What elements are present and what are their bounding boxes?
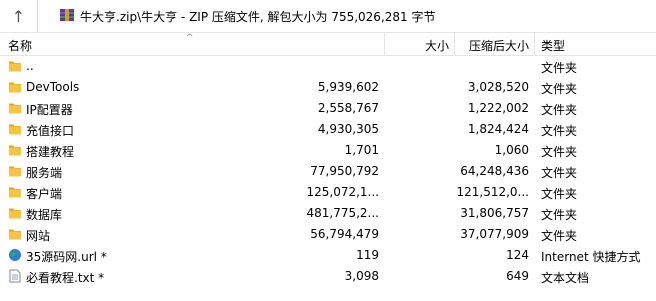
item-type: 文件夹: [541, 166, 578, 180]
column-name[interactable]: 名称: [8, 37, 32, 54]
item-name: 数据库: [26, 208, 63, 222]
item-size: 2,558,767: [317, 101, 379, 115]
item-packed-size: 124: [506, 248, 529, 262]
item-packed-size: 1,824,424: [467, 122, 529, 136]
file-list: .. 文件夹 DevTools 5,939,602 3,028,520 文件夹 IP配置…: [0, 56, 656, 287]
folder-icon: [8, 80, 22, 94]
up-button[interactable]: ↑: [0, 0, 38, 32]
item-size: 5,939,602: [317, 80, 379, 94]
list-item[interactable]: .. 文件夹: [0, 56, 656, 77]
item-size: 77,950,792: [310, 164, 379, 178]
item-packed-size: 649: [506, 269, 529, 283]
column-header: 名称 大小 压缩后大小 类型: [0, 33, 656, 56]
folder-icon: [8, 101, 22, 115]
list-item[interactable]: 数据库 481,775,2... 31,806,757 文件夹: [0, 203, 656, 224]
list-item[interactable]: 必看教程.txt * 3,098 649 文本文档: [0, 266, 656, 287]
item-type: 文件夹: [541, 145, 578, 159]
address-bar: ↑ 牛大亨.zip\牛大亨 - ZIP 压缩文件, 解包大小为 755,026,…: [0, 0, 656, 33]
item-size: 3,098: [344, 269, 379, 283]
item-size: 481,775,2...: [306, 206, 379, 220]
item-type: 文件夹: [541, 187, 578, 201]
item-size: 56,794,479: [310, 227, 379, 241]
column-divider[interactable]: [454, 33, 455, 55]
column-size[interactable]: 大小: [425, 37, 449, 54]
sort-ascending-icon: ^: [186, 33, 194, 43]
item-type: 文件夹: [541, 208, 578, 222]
list-item[interactable]: 35源码网.url * 119 124 Internet 快捷方式: [0, 245, 656, 266]
item-packed-size: 64,248,436: [460, 164, 529, 178]
column-divider[interactable]: [534, 33, 535, 55]
item-name: 网站: [26, 229, 51, 243]
list-item[interactable]: 搭建教程 1,701 1,060 文件夹: [0, 140, 656, 161]
list-item[interactable]: 充值接口 4,930,305 1,824,424 文件夹: [0, 119, 656, 140]
item-name: IP配置器: [26, 103, 73, 117]
folder-icon: [8, 206, 22, 220]
list-item[interactable]: DevTools 5,939,602 3,028,520 文件夹: [0, 77, 656, 98]
text-file-icon: [8, 269, 22, 283]
item-size: 119: [356, 248, 379, 262]
item-type: 文件夹: [541, 61, 578, 75]
column-divider[interactable]: [384, 33, 385, 55]
folder-icon: [8, 59, 22, 73]
archive-path[interactable]: 牛大亨.zip\牛大亨 - ZIP 压缩文件, 解包大小为 755,026,28…: [80, 8, 435, 25]
item-size: 1,701: [344, 143, 379, 157]
item-name: 搭建教程: [26, 145, 75, 159]
item-type: 文件夹: [541, 124, 578, 138]
list-item[interactable]: 网站 56,794,479 37,077,909 文件夹: [0, 224, 656, 245]
item-packed-size: 1,060: [494, 143, 529, 157]
item-packed-size: 1,222,002: [467, 101, 529, 115]
column-packed-size[interactable]: 压缩后大小: [469, 37, 529, 54]
folder-icon: [8, 164, 22, 178]
item-type: 文件夹: [541, 82, 578, 96]
archive-icon: [60, 9, 74, 21]
globe-icon: [8, 248, 22, 262]
list-item[interactable]: IP配置器 2,558,767 1,222,002 文件夹: [0, 98, 656, 119]
item-name: ..: [26, 59, 34, 73]
item-size: 4,930,305: [317, 122, 379, 136]
item-type: 文件夹: [541, 229, 578, 243]
folder-icon: [8, 227, 22, 241]
item-name: 客户端: [26, 187, 63, 201]
item-packed-size: 121,512,0...: [456, 185, 529, 199]
item-packed-size: 3,028,520: [467, 80, 529, 94]
item-size: 125,072,1...: [306, 185, 379, 199]
item-name: DevTools: [26, 80, 80, 94]
arrow-up-icon: ↑: [11, 6, 26, 26]
item-packed-size: 31,806,757: [460, 206, 529, 220]
item-packed-size: 37,077,909: [460, 227, 529, 241]
item-type: Internet 快捷方式: [541, 250, 641, 264]
folder-icon: [8, 185, 22, 199]
item-type: 文件夹: [541, 103, 578, 117]
folder-icon: [8, 122, 22, 136]
list-item[interactable]: 服务端 77,950,792 64,248,436 文件夹: [0, 161, 656, 182]
item-name: 充值接口: [26, 124, 75, 138]
column-type[interactable]: 类型: [541, 37, 565, 54]
item-name: 35源码网.url *: [26, 250, 107, 264]
list-item[interactable]: 客户端 125,072,1... 121,512,0... 文件夹: [0, 182, 656, 203]
item-name: 服务端: [26, 166, 63, 180]
item-type: 文本文档: [541, 271, 590, 285]
item-name: 必看教程.txt *: [26, 271, 105, 285]
folder-icon: [8, 143, 22, 157]
